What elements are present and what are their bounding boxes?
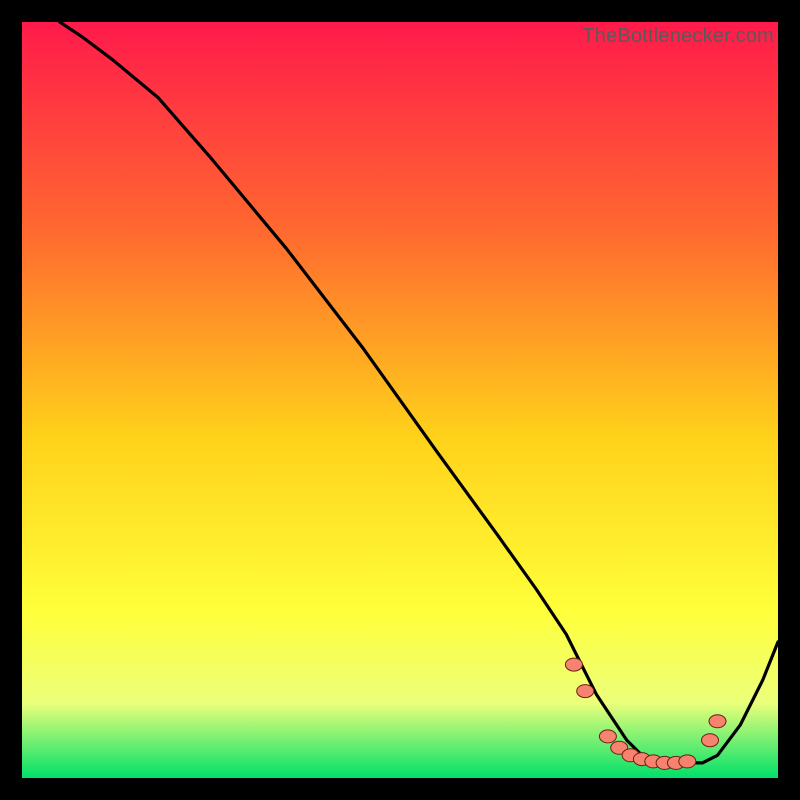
optimal-dot [702, 734, 719, 747]
bottleneck-chart [22, 22, 778, 778]
chart-frame: TheBottlenecker.com [22, 22, 778, 778]
optimal-dot [709, 715, 726, 728]
optimal-dot [599, 730, 616, 743]
optimal-dot [577, 685, 594, 698]
optimal-dot [565, 658, 582, 671]
watermark-text: TheBottlenecker.com [582, 25, 774, 48]
optimal-dot [679, 755, 696, 768]
